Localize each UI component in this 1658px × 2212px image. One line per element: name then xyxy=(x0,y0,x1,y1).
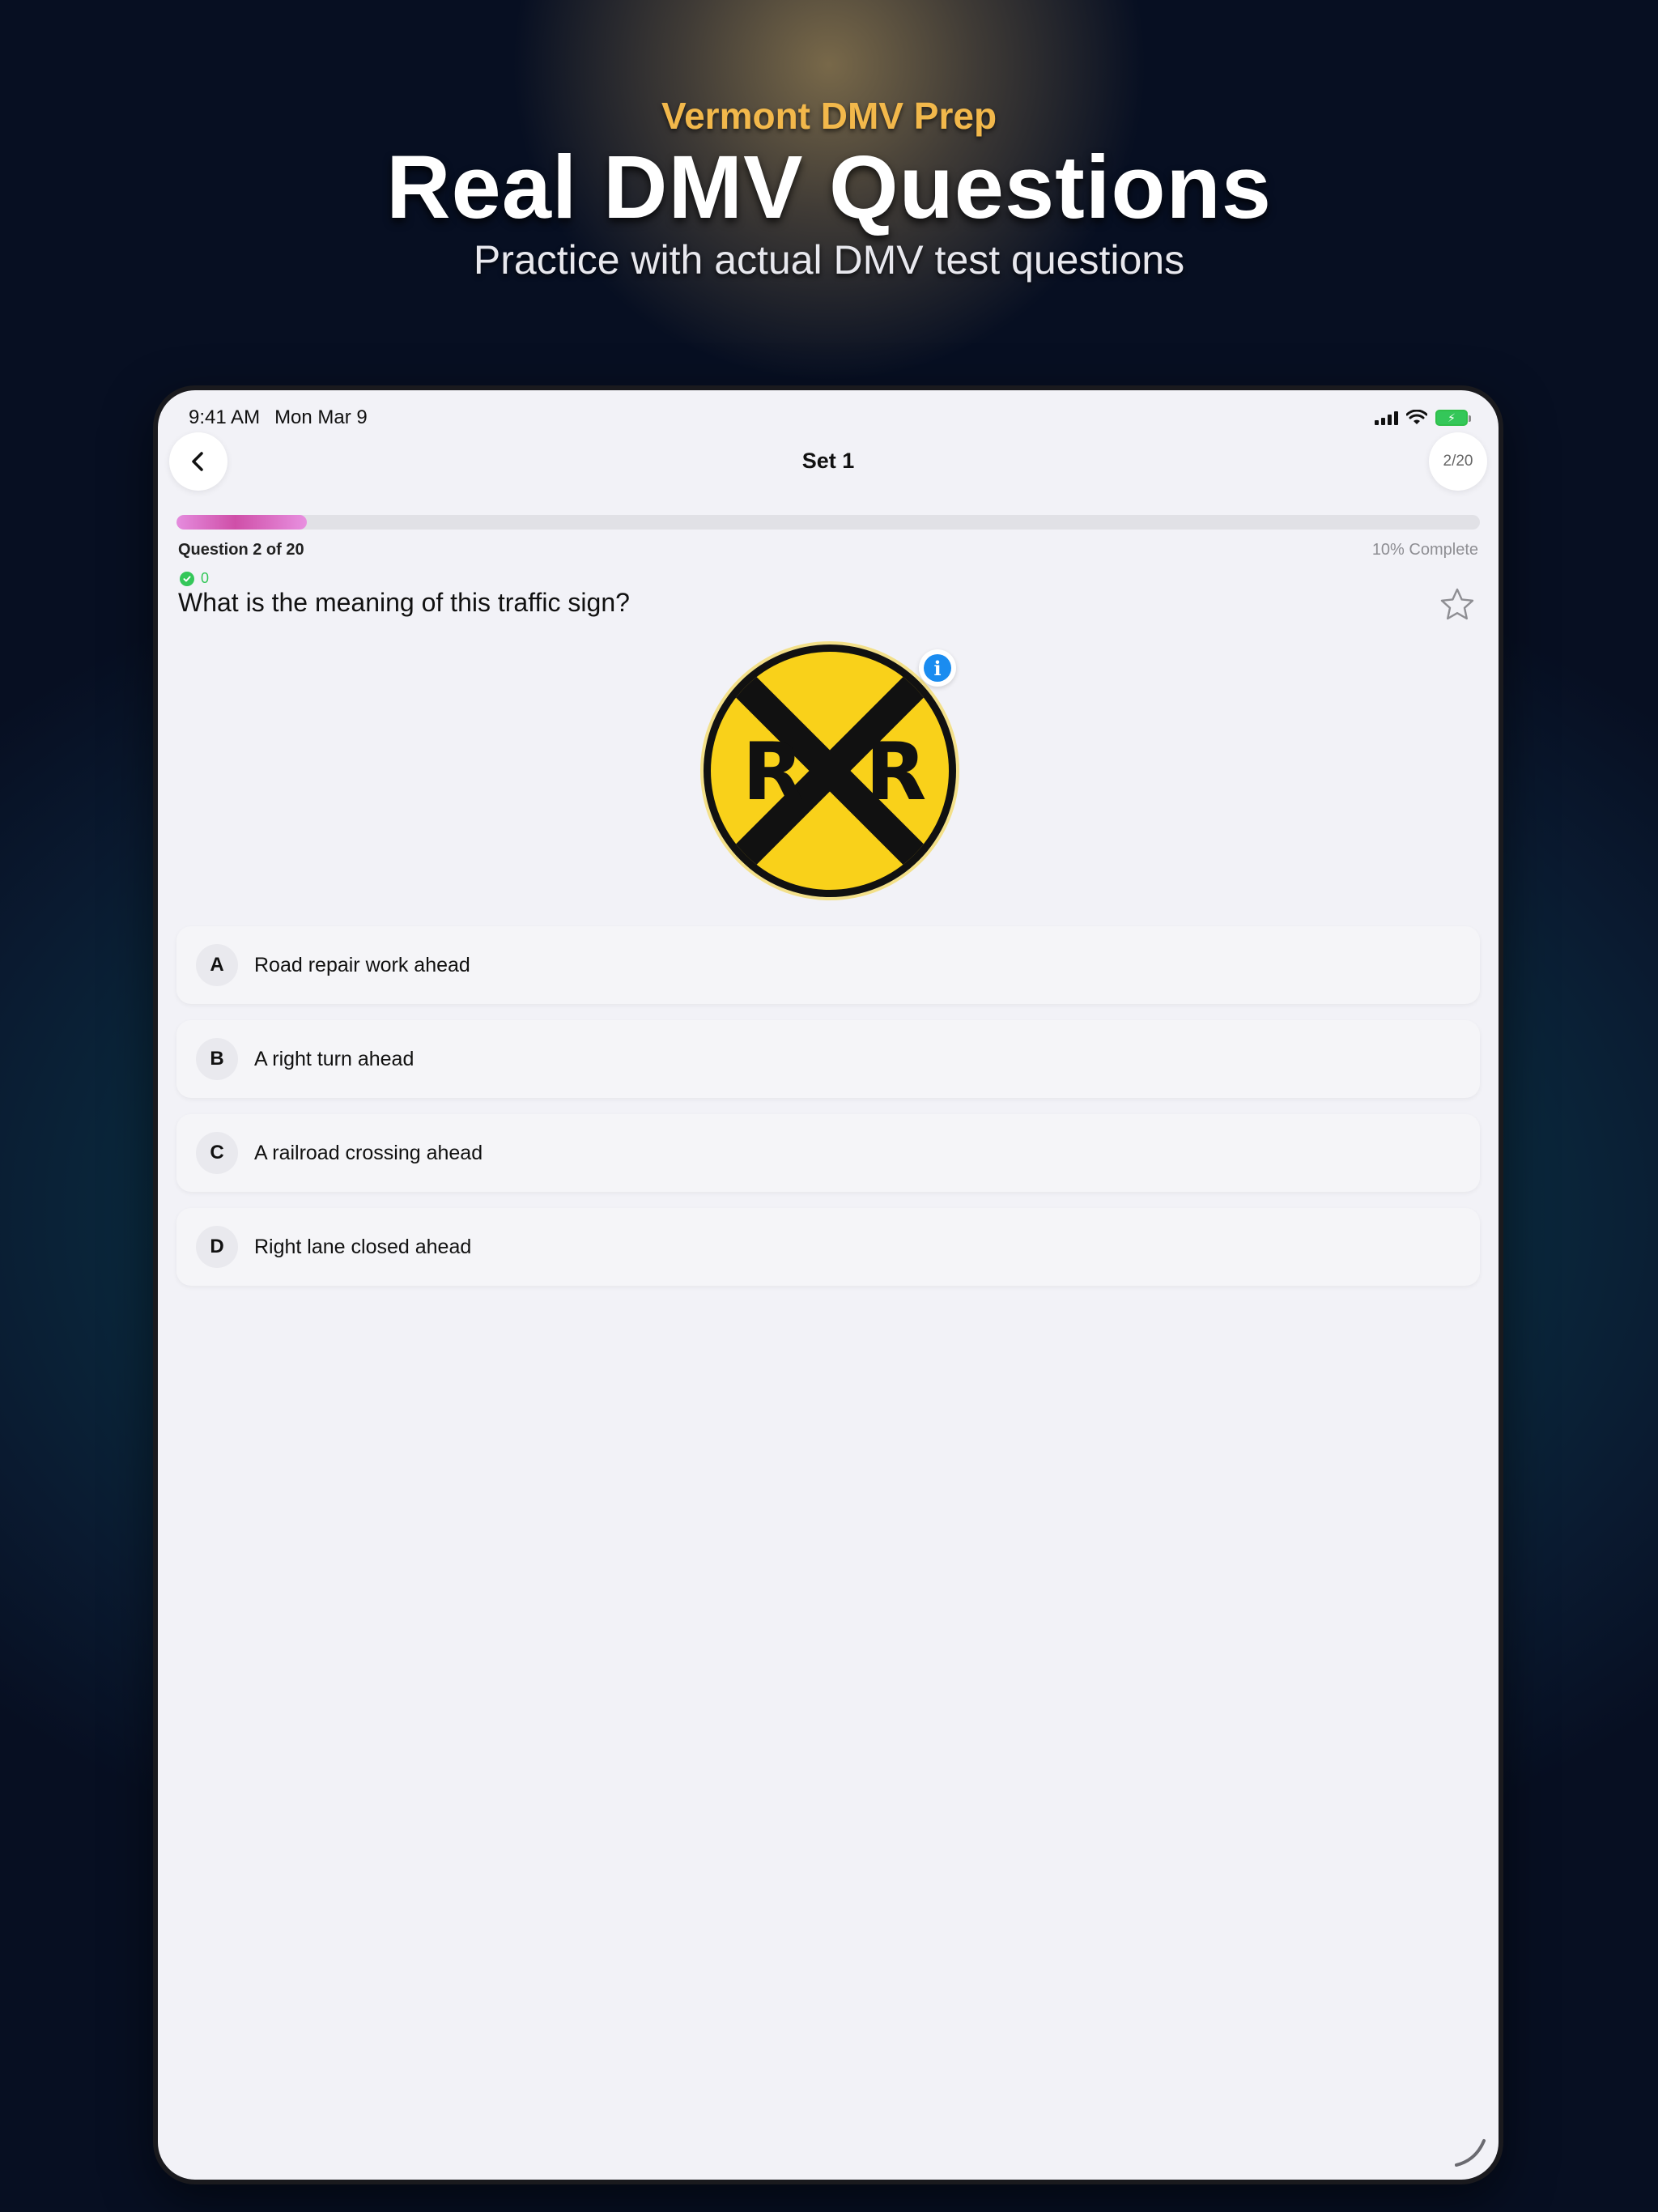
option-letter: D xyxy=(196,1226,238,1268)
hero-subtitle: Practice with actual DMV test questions xyxy=(473,237,1185,283)
option-text: A railroad crossing ahead xyxy=(254,1141,483,1164)
question-text: What is the meaning of this traffic sign… xyxy=(178,588,630,617)
option-text: Right lane closed ahead xyxy=(254,1235,472,1258)
check-circle-icon xyxy=(180,571,194,586)
tablet-frame: 9:41 AM Mon Mar 9 ⚡ Set 1 2/20 Question … xyxy=(153,385,1503,2184)
railroad-crossing-sign: R R i xyxy=(699,640,961,902)
correct-answers-count: 0 xyxy=(180,570,209,587)
progress-bar-fill xyxy=(176,515,307,530)
question-progress-label: Question 2 of 20 xyxy=(178,541,304,559)
sign-letter-right: R xyxy=(865,726,926,819)
wifi-icon xyxy=(1406,410,1427,424)
status-bar: 9:41 AM Mon Mar 9 ⚡ xyxy=(158,402,1499,434)
option-letter: B xyxy=(196,1038,238,1080)
page-title: Set 1 xyxy=(801,449,855,473)
progress-bar xyxy=(176,515,1480,530)
sign-image: R R xyxy=(700,641,959,900)
corner-arc-icon xyxy=(1455,2139,1486,2167)
question-counter-badge: 2/20 xyxy=(1429,432,1487,491)
correct-count-value: 0 xyxy=(201,570,210,586)
battery-charging-icon: ⚡ xyxy=(1435,410,1471,426)
status-date: Mon Mar 9 xyxy=(274,406,368,428)
answer-option-c[interactable]: C A railroad crossing ahead xyxy=(176,1114,1480,1192)
status-time: 9:41 AM xyxy=(189,406,261,428)
answer-option-d[interactable]: D Right lane closed ahead xyxy=(176,1208,1480,1286)
sign-letter-left: R xyxy=(742,726,803,819)
answer-options: A Road repair work ahead B A right turn … xyxy=(176,926,1480,1302)
hero-title: Real DMV Questions xyxy=(386,138,1272,237)
brand-label: Vermont DMV Prep xyxy=(661,95,997,137)
answer-option-b[interactable]: B A right turn ahead xyxy=(176,1020,1480,1098)
option-letter: C xyxy=(196,1132,238,1174)
info-icon: i xyxy=(924,654,951,682)
option-text: A right turn ahead xyxy=(254,1047,414,1070)
option-letter: A xyxy=(196,944,238,986)
info-button[interactable]: i xyxy=(919,649,956,687)
star-bookmark-icon[interactable] xyxy=(1439,586,1476,623)
percent-complete-label: 10% Complete xyxy=(1371,541,1478,559)
option-text: Road repair work ahead xyxy=(254,953,470,976)
app-screen: 9:41 AM Mon Mar 9 ⚡ Set 1 2/20 Question … xyxy=(158,390,1499,2180)
cellular-signal-icon xyxy=(1375,410,1398,425)
answer-option-a[interactable]: A Road repair work ahead xyxy=(176,926,1480,1004)
